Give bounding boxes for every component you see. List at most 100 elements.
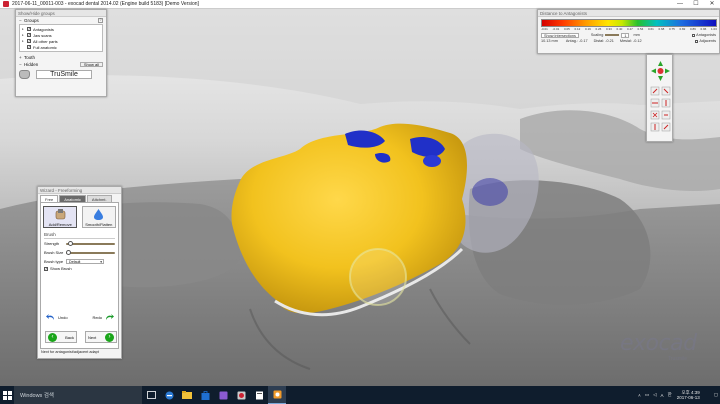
smooth-flatten-label: Smooth/Flatten	[85, 222, 113, 227]
view-top-icon[interactable]	[650, 110, 660, 120]
antagonists-checkbox[interactable]	[692, 33, 696, 37]
app-icon-purple[interactable]	[214, 386, 232, 404]
rotate-arrows-icon[interactable]	[651, 61, 670, 81]
back-button[interactable]: ‹ Back	[45, 331, 77, 343]
add-remove-icon	[55, 209, 66, 220]
scale-tick-label: -0.01	[541, 27, 548, 31]
view-front-icon[interactable]	[650, 86, 660, 96]
tab-attachment[interactable]: Attchmt.	[86, 195, 112, 202]
group-item[interactable]: ✓ Full anatomic	[22, 44, 100, 50]
wizard-body: Add/Remove Smooth/Flatten Brush Strength…	[40, 202, 119, 349]
show-brush-label: Show Brush	[50, 266, 72, 271]
view-right-icon[interactable]	[661, 98, 671, 108]
show-brush-checkbox[interactable]: ✓	[44, 266, 48, 271]
water-drop-icon	[94, 209, 104, 220]
antag-value: Antag.: -0.17	[565, 39, 588, 43]
scale-tick-label: 0.40	[616, 27, 623, 31]
scale-tick-label: 0.33	[606, 27, 612, 31]
brush-type-label: Brush type	[44, 258, 64, 264]
show-all-button[interactable]: Show all	[79, 62, 103, 67]
app-icon-tooth[interactable]	[232, 386, 250, 404]
task-view-icon[interactable]	[142, 386, 160, 404]
edge-browser-icon[interactable]	[160, 386, 178, 404]
group-checkbox[interactable]: ✓	[27, 39, 31, 43]
trusmile-button[interactable]: TruSmile	[36, 70, 92, 79]
next-button[interactable]: Next ›	[85, 331, 117, 343]
app-icon-doc[interactable]	[250, 386, 268, 404]
scaling-field[interactable]: 1	[621, 32, 630, 38]
add-remove-label: Add/Remove	[48, 222, 72, 227]
antagonists-toggle[interactable]: Antagonists	[692, 33, 716, 37]
language-indicator[interactable]: A	[661, 393, 664, 398]
tab-free[interactable]: Free	[40, 195, 59, 202]
exocad-taskbar-icon[interactable]	[268, 386, 286, 404]
undo-button[interactable]: Undo	[45, 312, 68, 323]
taskbar-search-box[interactable]: Windows 검색	[14, 386, 142, 404]
group-label: Full anatomic	[33, 44, 57, 50]
scale-tick-label: 0.26	[595, 27, 602, 31]
antagonists-label: Antagonists	[696, 33, 716, 37]
taskbar-clock[interactable]: 오후 4:39 2017-06-13	[677, 390, 700, 401]
windows-logo-icon	[2, 390, 12, 400]
scaling-slider[interactable]	[605, 34, 620, 36]
distance-title: Distance to Antagonists	[538, 10, 719, 17]
system-tray: ˄ ▭ ◁ A 한 오후 4:39 2017-06-13 ▢	[636, 386, 720, 404]
scale-tick-label: 0.05	[564, 27, 570, 31]
notification-icon[interactable]: ▢	[714, 392, 718, 398]
smooth-flatten-button[interactable]: Smooth/Flatten	[81, 206, 116, 228]
show-brush-toggle[interactable]: ✓ Show Brush	[41, 265, 118, 272]
close-button[interactable]: ✕	[704, 0, 720, 9]
strength-slider-knob[interactable]	[68, 240, 73, 246]
adjacents-toggle[interactable]: Adjacents	[695, 39, 716, 43]
upper-molar-right	[520, 110, 720, 191]
group-checkbox[interactable]: ✓	[27, 33, 31, 37]
brush-size-label: Brush Size	[44, 250, 64, 255]
network-icon[interactable]: ▭	[645, 392, 649, 398]
groups-label: Groups	[24, 18, 39, 23]
view-lingual-icon[interactable]	[661, 122, 671, 132]
view-back-icon[interactable]	[661, 86, 671, 96]
clock-date: 2017-06-13	[676, 395, 700, 400]
minimize-button[interactable]: —	[672, 0, 688, 9]
scale-tick-label: 1.03	[711, 27, 717, 31]
tooth-icon	[19, 70, 30, 79]
add-remove-button[interactable]: Add/Remove	[43, 206, 78, 228]
start-button[interactable]	[0, 386, 14, 404]
redo-button[interactable]: Redo	[92, 312, 115, 323]
groups-list: ▸ ✓ Antagonists ▸ ✓ Jaw scans ▸ ✓ All other pa…	[19, 24, 103, 52]
exocad-app-icon	[3, 1, 9, 7]
arrow-right-icon: ›	[105, 332, 114, 342]
view-bottom-icon[interactable]	[661, 110, 671, 120]
trusmile-logo: Trusmile	[668, 356, 687, 362]
strength-slider[interactable]	[66, 240, 115, 246]
scale-tick-label: 0.12	[574, 27, 581, 31]
brush-size-slider-knob[interactable]	[66, 249, 71, 255]
adjacents-checkbox[interactable]	[695, 39, 699, 43]
scale-tick-label: 0.68	[658, 27, 665, 31]
mesial-value: Mesial: -0.12	[619, 39, 642, 43]
show-hide-panel: Show/Hide groups − Groups ? ▸ ✓ Antagonist…	[15, 9, 107, 97]
ime-indicator[interactable]: 한	[668, 392, 672, 398]
group-checkbox[interactable]: ✓	[27, 45, 31, 49]
tab-anatomic[interactable]: Anatomic	[59, 195, 86, 202]
brush-type-select[interactable]: Default ▾	[66, 258, 104, 264]
view-left-icon[interactable]	[650, 98, 660, 108]
search-placeholder: Windows 검색	[20, 393, 54, 399]
window-title: 2017-06-11_00011-003 - exocad dental 201…	[12, 1, 199, 7]
show-intersections-dropdown[interactable]: Show intersections	[541, 32, 579, 38]
file-explorer-icon[interactable]	[178, 386, 196, 404]
help-button[interactable]: ?	[98, 18, 103, 23]
brush-size-slider[interactable]	[66, 249, 115, 255]
tray-chevron-up-icon[interactable]: ˄	[638, 393, 641, 398]
volume-icon[interactable]: ◁	[653, 392, 656, 398]
maximize-button[interactable]: ☐	[688, 0, 704, 9]
redo-icon	[106, 313, 114, 320]
distal-value: Distal: -0.21	[593, 39, 614, 43]
group-label: Jaw scans	[33, 32, 52, 38]
group-checkbox[interactable]: ✓	[27, 27, 31, 31]
unit-label: mm	[633, 33, 640, 37]
scale-tick-label: 0.89	[690, 27, 696, 31]
view-occlusal-icon[interactable]	[650, 122, 660, 132]
scale-tick-label: 0.96	[700, 27, 707, 31]
store-icon[interactable]	[196, 386, 214, 404]
